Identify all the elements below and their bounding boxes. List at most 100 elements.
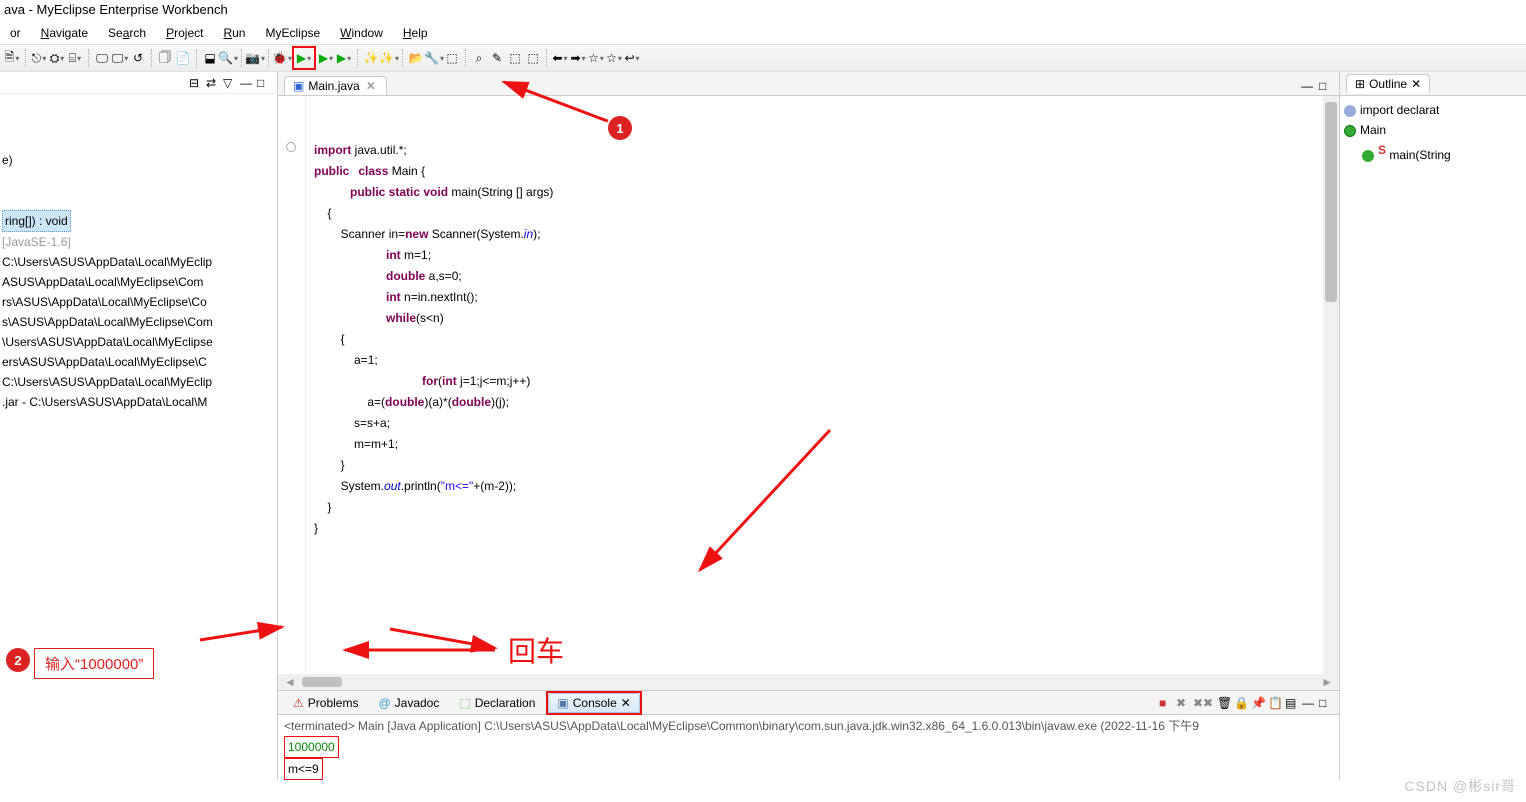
tool-camera-icon[interactable]: 📷	[247, 50, 263, 66]
console-terminate-icon[interactable]: ■	[1159, 696, 1173, 710]
tool-icon[interactable]: ⌕	[471, 50, 487, 66]
console-clear-icon[interactable]: 🗑	[1217, 696, 1231, 710]
tab-problems[interactable]: ⚠Problems	[284, 693, 367, 713]
console-remove-icon[interactable]: ✖	[1176, 696, 1190, 710]
tool-icon[interactable]: 🖵	[112, 50, 128, 66]
tool-icon[interactable]: 🖵	[94, 50, 110, 66]
view-menu-icon[interactable]: ▽	[223, 76, 237, 90]
toolbar-separator	[241, 49, 242, 67]
tool-icon[interactable]: ⬚	[525, 50, 541, 66]
tool-print-icon[interactable]: 🗍	[157, 50, 173, 66]
menu-run[interactable]: Run	[217, 24, 251, 42]
maximize-icon[interactable]: □	[1319, 79, 1333, 93]
tool-icon[interactable]: 🔍	[220, 50, 236, 66]
tool-new-proj-icon[interactable]: ✨	[363, 50, 379, 66]
tab-javadoc[interactable]: @Javadoc	[369, 693, 448, 713]
tool-icon[interactable]: ✎	[489, 50, 505, 66]
code-editor[interactable]: import java.util.*; public class Main { …	[278, 96, 1339, 674]
outline-item[interactable]: import declarat	[1344, 100, 1522, 120]
editor-gutter[interactable]	[278, 96, 306, 674]
tool-generic-icon[interactable]: 🗎	[4, 50, 20, 66]
horizontal-scrollbar[interactable]: ◄ ►	[278, 674, 1339, 690]
close-icon[interactable]: ✕	[1411, 77, 1421, 91]
tree-item[interactable]: s\ASUS\AppData\Local\MyEclipse\Com	[2, 312, 275, 332]
tool-open-icon[interactable]: 📂	[408, 50, 424, 66]
tool-icon[interactable]: ⬓	[202, 50, 218, 66]
tab-declaration[interactable]: ⬚Declaration	[450, 693, 544, 713]
tool-nav-fwd-icon[interactable]: ➡	[570, 50, 586, 66]
maximize-icon[interactable]: □	[1319, 696, 1333, 710]
folding-marker-icon[interactable]	[286, 142, 296, 152]
tool-server-icon[interactable]: ⛭	[49, 50, 65, 66]
scroll-left-icon[interactable]: ◄	[284, 675, 296, 689]
console-icon: ▣	[557, 696, 568, 710]
scrollbar-thumb[interactable]	[302, 677, 342, 687]
tree-item[interactable]: ASUS\AppData\Local\MyEclipse\Com	[2, 272, 275, 292]
explorer-tree[interactable]: e) ring[]) : void [JavaSE-1.6] C:\Users\…	[0, 94, 277, 416]
console-tab-highlight: ▣Console✕	[546, 691, 641, 715]
tool-icon[interactable]: ⬚	[507, 50, 523, 66]
menu-editor[interactable]: or	[4, 24, 27, 42]
tree-item[interactable]: rs\ASUS\AppData\Local\MyEclipse\Co	[2, 292, 275, 312]
minimize-icon[interactable]: —	[240, 76, 254, 90]
menu-myeclipse[interactable]: MyEclipse	[259, 24, 326, 42]
tool-deploy-icon[interactable]: ⎋	[31, 50, 47, 66]
console-display-icon[interactable]: 📋	[1268, 696, 1282, 710]
outline-item[interactable]: Main	[1344, 120, 1522, 140]
tool-run-cfg-icon[interactable]: ▶	[336, 50, 352, 66]
console-removeall-icon[interactable]: ✖✖	[1193, 696, 1207, 710]
minimize-icon[interactable]: —	[1301, 79, 1315, 93]
tool-db-icon[interactable]: ⌸	[67, 50, 83, 66]
outline-tab[interactable]: ⊞ Outline ✕	[1346, 74, 1430, 93]
close-icon[interactable]: ✕	[621, 696, 631, 710]
console-input-line: 1000000	[284, 736, 339, 758]
tool-open-type-icon[interactable]: 🔧	[426, 50, 442, 66]
menu-search[interactable]: Search	[102, 24, 152, 42]
tool-run-ext-icon[interactable]: ▶	[318, 50, 334, 66]
tree-item[interactable]: e)	[2, 150, 275, 170]
annotation-enter-text: 回车	[508, 630, 564, 670]
tool-icon[interactable]: ☆	[606, 50, 622, 66]
run-button[interactable]: ▶	[296, 50, 312, 66]
tree-item-selected[interactable]: ring[]) : void	[2, 210, 71, 232]
scroll-right-icon[interactable]: ►	[1321, 675, 1333, 689]
tool-nav-back-icon[interactable]: ⬅	[552, 50, 568, 66]
close-icon[interactable]: ✕	[364, 79, 378, 93]
code-text[interactable]: import java.util.*; public class Main { …	[306, 96, 1323, 674]
console-output[interactable]: 1000000 m<=9	[278, 736, 1339, 780]
tree-jre-label[interactable]: [JavaSE-1.6]	[2, 232, 275, 252]
outline-item[interactable]: S main(String	[1344, 140, 1522, 165]
outline-tree[interactable]: import declarat Main S main(String	[1340, 96, 1526, 169]
tool-icon[interactable]: 📄	[175, 50, 191, 66]
bottom-panel: ⚠Problems @Javadoc ⬚Declaration ▣Console…	[278, 690, 1339, 780]
tree-item[interactable]: \Users\ASUS\AppData\Local\MyEclipse	[2, 332, 275, 352]
tab-console[interactable]: ▣Console✕	[548, 693, 639, 713]
link-editor-icon[interactable]: ⇄	[206, 76, 220, 90]
tree-item[interactable]: ers\ASUS\AppData\Local\MyEclipse\C	[2, 352, 275, 372]
console-pin-icon[interactable]: 📌	[1251, 696, 1265, 710]
toolbar-separator	[88, 49, 89, 67]
menu-window[interactable]: Window	[334, 24, 389, 42]
javadoc-icon: @	[378, 696, 390, 710]
console-open-icon[interactable]: ▤	[1285, 696, 1299, 710]
maximize-icon[interactable]: □	[257, 76, 271, 90]
minimize-icon[interactable]: —	[1302, 696, 1316, 710]
tool-debug-icon[interactable]: 🐞	[274, 50, 290, 66]
console-scroll-lock-icon[interactable]: 🔒	[1234, 696, 1248, 710]
collapse-all-icon[interactable]: ⊟	[189, 76, 203, 90]
tool-icon[interactable]: ↺	[130, 50, 146, 66]
scrollbar-thumb[interactable]	[1325, 102, 1337, 302]
tool-new-icon[interactable]: ✨	[381, 50, 397, 66]
menu-project[interactable]: Project	[160, 24, 209, 42]
tool-icon[interactable]: ↩	[624, 50, 640, 66]
tree-item[interactable]: C:\Users\ASUS\AppData\Local\MyEclip	[2, 372, 275, 392]
tree-item[interactable]: .jar - C:\Users\ASUS\AppData\Local\M	[2, 392, 275, 412]
tool-icon[interactable]: ⬚	[444, 50, 460, 66]
editor-tab-main[interactable]: ▣ Main.java ✕	[284, 76, 387, 95]
menu-navigate[interactable]: Navigate	[35, 24, 94, 42]
tool-icon[interactable]: ☆	[588, 50, 604, 66]
vertical-scrollbar[interactable]	[1323, 96, 1339, 674]
menu-help[interactable]: Help	[397, 24, 434, 42]
annotation-badge-2: 2	[6, 648, 30, 672]
tree-item[interactable]: C:\Users\ASUS\AppData\Local\MyEclip	[2, 252, 275, 272]
